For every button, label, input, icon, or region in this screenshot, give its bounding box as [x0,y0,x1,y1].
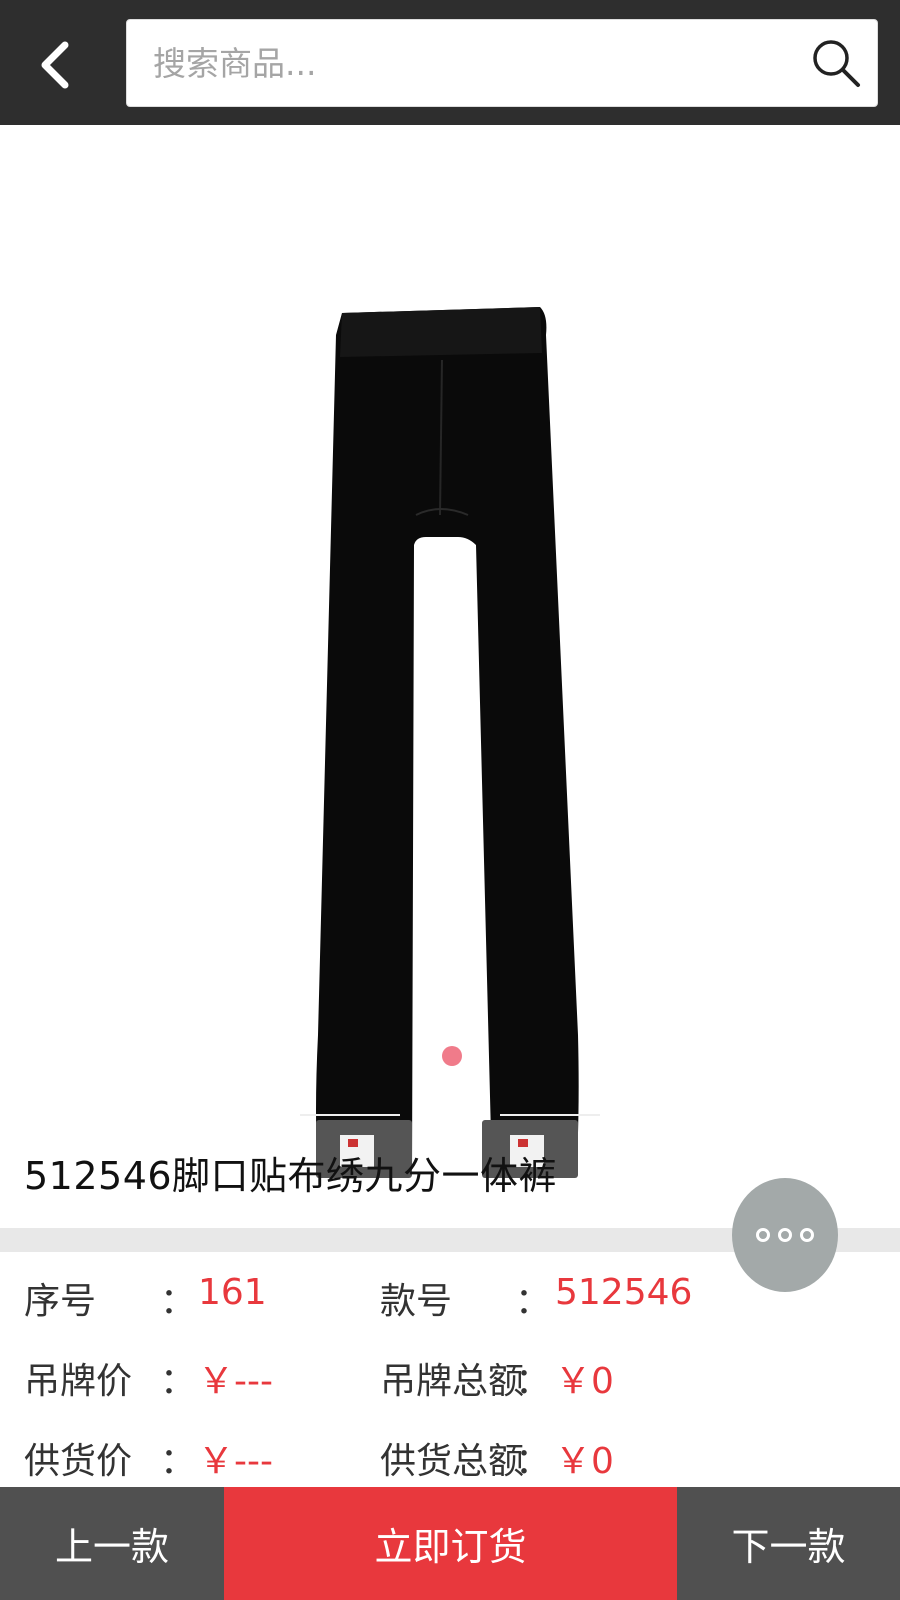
info-row-tag-price: 吊牌价 ： ￥--- 吊牌总额 ： ￥0 [0,1352,900,1412]
order-now-button[interactable]: 立即订货 [224,1487,677,1600]
tag-price-value: ￥--- [198,1361,273,1402]
more-dots-icon [778,1228,792,1242]
more-dots-icon [800,1228,814,1242]
colon: ： [515,1281,552,1322]
tag-price-label: 吊牌价 [24,1361,133,1402]
supply-total-label: 供货总额 [380,1441,525,1482]
colon: ： [515,1441,552,1482]
search-box [126,19,878,107]
tag-total-label: 吊牌总额 [380,1361,525,1402]
colon: ： [160,1441,197,1482]
tag-total-value: ￥0 [555,1361,614,1402]
previous-item-button[interactable]: 上一款 [0,1487,224,1600]
supply-price-label: 供货价 [24,1441,133,1482]
next-item-button[interactable]: 下一款 [677,1487,900,1600]
info-row-supply-price: 供货价 ： ￥--- 供货总额 ： ￥0 [0,1432,900,1492]
slide-indicator-dot[interactable] [442,1046,462,1066]
style-label: 款号 [380,1281,453,1322]
colon: ： [160,1281,197,1322]
gallery-divider [300,1114,400,1116]
top-bar [0,0,900,125]
search-icon [813,40,860,87]
search-input[interactable] [153,20,793,106]
seq-label: 序号 [24,1281,97,1322]
supply-price-value: ￥--- [198,1441,273,1482]
product-title: 512546脚口贴布绣九分一体裤 [24,1154,558,1198]
colon: ： [515,1361,552,1402]
bottom-action-bar: 上一款 立即订货 下一款 [0,1487,900,1600]
supply-total-value: ￥0 [555,1441,614,1482]
gallery-divider [500,1114,600,1116]
more-options-button[interactable] [732,1178,838,1292]
search-button[interactable] [807,34,865,92]
style-value: 512546 [555,1272,693,1313]
product-gallery[interactable] [0,125,900,1178]
chevron-left-icon [41,41,69,89]
colon: ： [160,1361,197,1402]
seq-value: 161 [198,1272,267,1313]
back-button[interactable] [20,30,90,100]
more-dots-icon [756,1228,770,1242]
